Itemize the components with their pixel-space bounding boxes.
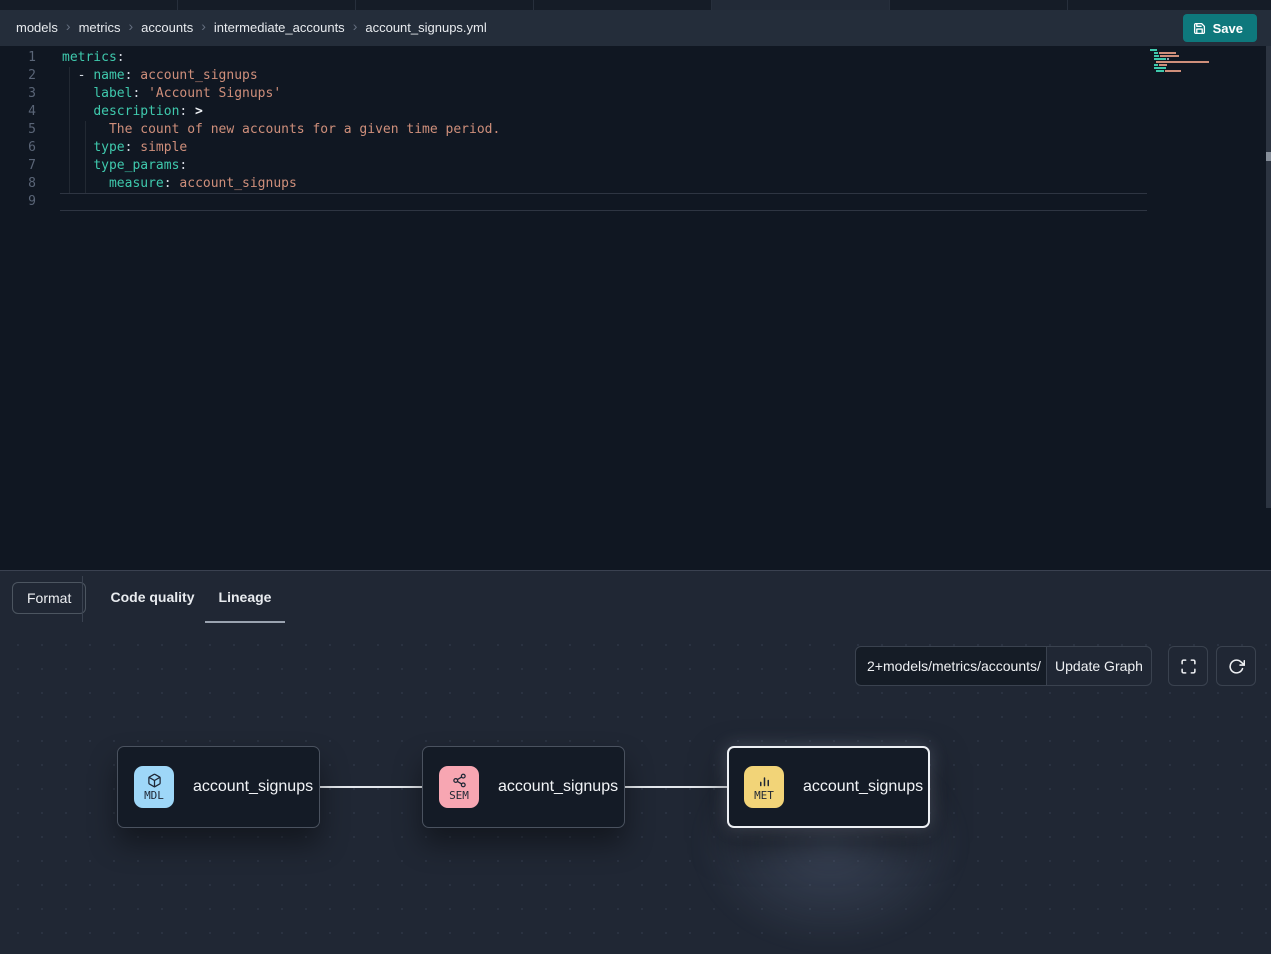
- top-tab-strip: [0, 0, 1271, 10]
- breadcrumb-item[interactable]: metrics: [79, 20, 121, 35]
- lineage-edge: [320, 786, 422, 788]
- node-name: account_signups: [498, 778, 618, 796]
- fullscreen-button[interactable]: [1168, 646, 1208, 686]
- code-text: measure: account_signups: [36, 175, 297, 193]
- breadcrumb-item[interactable]: intermediate_accounts: [214, 20, 345, 35]
- editor-scrollbar[interactable]: [1266, 46, 1271, 508]
- top-tab[interactable]: [890, 0, 1068, 10]
- breadcrumb-item[interactable]: models: [16, 20, 58, 35]
- top-tab-active[interactable]: [712, 0, 890, 10]
- bar-chart-icon: [757, 773, 772, 788]
- line-number: 8: [0, 175, 36, 193]
- lineage-edge: [625, 786, 727, 788]
- save-button-label: Save: [1213, 21, 1243, 36]
- node-badge-label: MDL: [144, 789, 164, 802]
- breadcrumb-separator: ›: [353, 18, 358, 34]
- line-number: 4: [0, 103, 36, 121]
- node-badge: SEM: [439, 766, 479, 808]
- breadcrumb-item[interactable]: accounts: [141, 20, 193, 35]
- code-text: type_params:: [36, 157, 187, 175]
- node-name: account_signups: [803, 778, 923, 796]
- refresh-graph-button[interactable]: [1216, 646, 1256, 686]
- code-text: - name: account_signups: [36, 67, 258, 85]
- lineage-node-met[interactable]: MET account_signups: [727, 746, 930, 828]
- code-line[interactable]: 5 The count of new accounts for a given …: [0, 121, 500, 139]
- header-divider: [82, 576, 83, 622]
- breadcrumb-separator: ›: [66, 18, 71, 34]
- editor-lines: 1metrics:2 - name: account_signups3 labe…: [0, 49, 500, 211]
- code-text: The count of new accounts for a given ti…: [36, 121, 500, 139]
- breadcrumb-item[interactable]: account_signups.yml: [365, 20, 486, 35]
- minimap[interactable]: [1150, 49, 1212, 76]
- code-text: label: 'Account Signups': [36, 85, 281, 103]
- code-text: description: >: [36, 103, 203, 121]
- top-tab[interactable]: [356, 0, 534, 10]
- line-number: 5: [0, 121, 36, 139]
- panel-header: Format Code quality Lineage: [0, 571, 1271, 623]
- top-tab[interactable]: [1068, 0, 1271, 10]
- ide-window: models › metrics › accounts › intermediate_acc…: [0, 0, 1271, 954]
- breadcrumb-separator: ›: [128, 18, 133, 34]
- fullscreen-icon: [1180, 658, 1197, 675]
- node-badge-label: SEM: [449, 789, 469, 802]
- lineage-node-sem[interactable]: SEM account_signups: [422, 746, 625, 828]
- code-line[interactable]: 1metrics:: [0, 49, 500, 67]
- line-number: 1: [0, 49, 36, 67]
- line-number: 2: [0, 67, 36, 85]
- breadcrumb-separator: ›: [201, 18, 206, 34]
- code-editor[interactable]: 1metrics:2 - name: account_signups3 labe…: [0, 46, 1271, 570]
- code-line[interactable]: 8 measure: account_signups: [0, 175, 500, 193]
- code-text: type: simple: [36, 139, 187, 157]
- refresh-icon: [1228, 658, 1245, 675]
- save-icon: [1193, 22, 1206, 35]
- lineage-selector-input[interactable]: [855, 646, 1047, 686]
- bottom-panel: Format Code quality Lineage Update Graph: [0, 570, 1271, 954]
- graph-controls: Update Graph: [855, 646, 1152, 686]
- top-tab[interactable]: [0, 0, 178, 10]
- code-line[interactable]: 7 type_params:: [0, 157, 500, 175]
- node-name: account_signups: [193, 778, 313, 796]
- save-button[interactable]: Save: [1183, 14, 1257, 42]
- cube-icon: [147, 773, 162, 788]
- code-text: [36, 193, 62, 211]
- line-number: 6: [0, 139, 36, 157]
- node-badge: MET: [744, 766, 784, 808]
- format-button[interactable]: Format: [12, 582, 86, 614]
- tab-lineage[interactable]: Lineage: [205, 571, 285, 622]
- code-text: metrics:: [36, 49, 125, 67]
- code-line[interactable]: 6 type: simple: [0, 139, 500, 157]
- update-graph-button[interactable]: Update Graph: [1046, 646, 1152, 686]
- code-line[interactable]: 4 description: >: [0, 103, 500, 121]
- share-icon: [452, 773, 467, 788]
- code-line[interactable]: 9: [0, 193, 500, 211]
- tab-code-quality[interactable]: Code quality: [100, 571, 205, 622]
- top-tab[interactable]: [534, 0, 712, 10]
- node-badge: MDL: [134, 766, 174, 808]
- node-badge-label: MET: [754, 789, 774, 802]
- top-tab[interactable]: [178, 0, 356, 10]
- breadcrumb: models › metrics › accounts › intermediate_acc…: [16, 19, 487, 37]
- code-line[interactable]: 2 - name: account_signups: [0, 67, 500, 85]
- line-number: 9: [0, 193, 36, 211]
- lineage-canvas[interactable]: Update Graph MDL account_signups SEM accoun…: [0, 623, 1271, 954]
- code-line[interactable]: 3 label: 'Account Signups': [0, 85, 500, 103]
- scrollbar-thumb[interactable]: [1266, 152, 1271, 161]
- line-number: 7: [0, 157, 36, 175]
- line-number: 3: [0, 85, 36, 103]
- lineage-node-mdl[interactable]: MDL account_signups: [117, 746, 320, 828]
- breadcrumb-bar: models › metrics › accounts › intermediate_acc…: [0, 10, 1271, 46]
